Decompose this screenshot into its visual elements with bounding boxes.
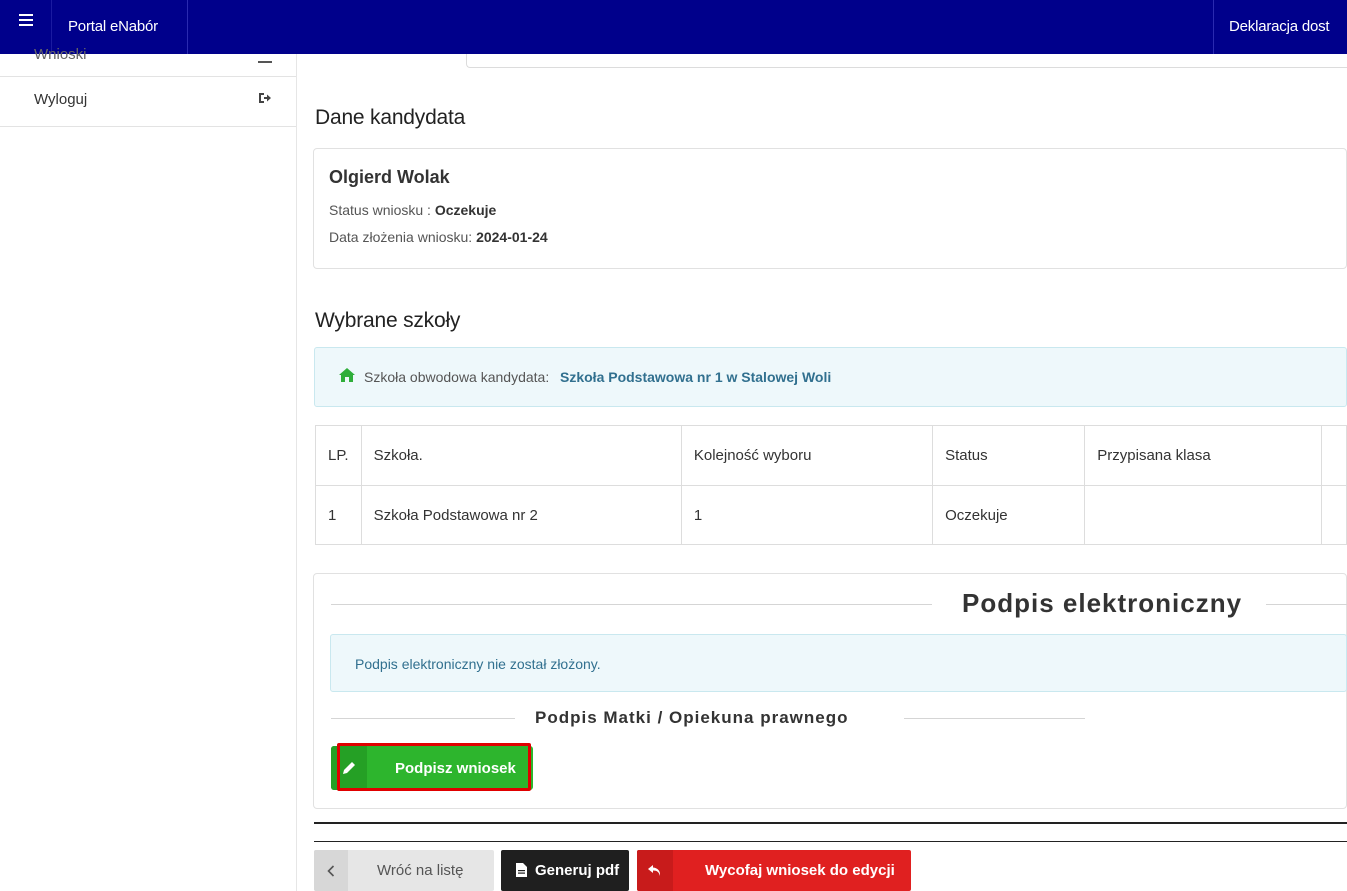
signature-info-text: Podpis elektroniczny nie został złożony. — [355, 656, 601, 672]
hamburger-icon-glyph — [18, 14, 33, 26]
sign-application-button[interactable]: Podpisz wniosek — [331, 746, 533, 790]
accessibility-declaration-link[interactable]: Deklaracja dost — [1229, 18, 1330, 35]
table-cell: 1 — [680, 485, 934, 545]
column-header: Przypisana klasa — [1084, 425, 1322, 486]
home-icon — [339, 368, 355, 382]
pencil-icon — [331, 746, 367, 790]
navbar-divider — [1213, 0, 1214, 54]
back-button-label: Wróć na listę — [377, 862, 464, 879]
table-cell — [1084, 485, 1322, 545]
signature-info-alert: Podpis elektroniczny nie został złożony. — [330, 634, 1347, 692]
sidebar-item-logout[interactable]: Wyloguj — [0, 77, 296, 127]
schools-table: LP. Szkoła. Kolejność wyboru Status Przy… — [315, 425, 1347, 545]
table-header-row: LP. Szkoła. Kolejność wyboru Status Przy… — [315, 425, 1347, 486]
status-label: Status wniosku : — [329, 202, 435, 218]
table-cell-extra — [1320, 485, 1347, 545]
top-panel-edge — [466, 54, 1347, 68]
column-header: Szkoła. — [360, 425, 682, 486]
back-to-list-button[interactable]: Wróć na listę — [314, 850, 494, 891]
column-header: Kolejność wyboru — [680, 425, 934, 486]
schools-heading: Wybrane szkoły — [315, 309, 461, 332]
table-cell: Oczekuje — [932, 485, 1086, 545]
sidebar-item-wnioski[interactable]: Wnioski — [0, 46, 296, 77]
submission-date: Data złożenia wniosku: 2024-01-24 — [329, 229, 548, 245]
candidate-name: Olgierd Wolak — [329, 167, 450, 187]
top-navbar: Portal eNabór Deklaracja dost — [0, 0, 1347, 54]
sign-button-label: Podpisz wniosek — [395, 760, 516, 777]
application-status: Status wniosku : Oczekuje — [329, 202, 496, 218]
signature-title: Podpis elektroniczny — [962, 588, 1243, 618]
divider — [331, 604, 932, 605]
sidebar: Wnioski Wyloguj — [0, 46, 297, 891]
candidate-card: Olgierd Wolak Status wniosku : Oczekuje … — [313, 148, 1347, 269]
chevron-left-icon — [314, 850, 348, 891]
bottom-separator — [314, 822, 1347, 824]
table-cell: Szkoła Podstawowa nr 2 — [360, 485, 682, 545]
district-school-alert: Szkoła obwodowa kandydata: Szkoła Podsta… — [314, 347, 1347, 407]
district-value: Szkoła Podstawowa nr 1 w Stalowej Woli — [560, 369, 832, 385]
minus-icon — [258, 52, 272, 67]
column-header-extra — [1320, 425, 1347, 486]
file-icon — [516, 863, 527, 881]
generate-pdf-button[interactable]: Generuj pdf — [501, 850, 629, 891]
district-label: Szkoła obwodowa kandydata: — [364, 369, 550, 385]
column-header: LP. — [315, 425, 362, 486]
sign-out-icon — [258, 92, 272, 107]
divider — [1266, 604, 1347, 605]
undo-icon — [637, 850, 673, 891]
column-header: Status — [932, 425, 1086, 486]
withdraw-application-button[interactable]: Wycofaj wniosek do edycji — [637, 850, 911, 891]
table-row: 1 Szkoła Podstawowa nr 2 1 Oczekuje — [315, 485, 1347, 545]
sidebar-item-label: Wyloguj — [34, 91, 88, 108]
pdf-button-label: Generuj pdf — [535, 862, 620, 879]
table-cell: 1 — [315, 485, 362, 545]
sidebar-item-label: Wnioski — [34, 46, 87, 63]
divider — [904, 718, 1085, 719]
withdraw-button-label: Wycofaj wniosek do edycji — [705, 862, 895, 879]
status-value: Oczekuje — [434, 202, 497, 218]
candidate-heading: Dane kandydata — [315, 106, 466, 129]
date-label: Data złożenia wniosku: — [329, 229, 477, 245]
signature-subtitle: Podpis Matki / Opiekuna prawnego — [535, 708, 849, 727]
divider — [331, 718, 515, 719]
date-value: 2024-01-24 — [476, 229, 548, 245]
bottom-separator — [314, 841, 1347, 842]
